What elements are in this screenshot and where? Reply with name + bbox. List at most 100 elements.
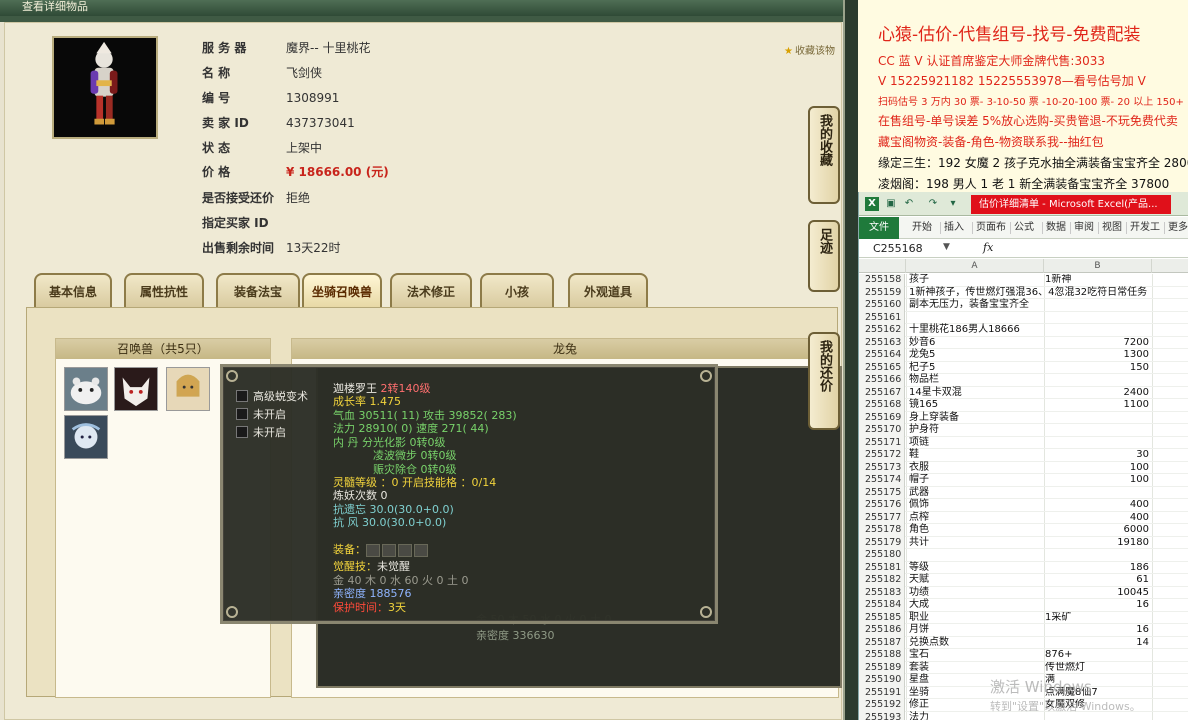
table-row[interactable]: 255159 1新神孩子，传世燃灯强混36、4忽混32吃符日常任务 [859, 286, 1188, 300]
cell-a[interactable]: 月饼 [909, 624, 929, 637]
spreadsheet-grid[interactable]: 255158 孩子 1新神 255159 1新神孩子，传世燃灯强混36、4忽混32吃符日… [859, 274, 1188, 720]
cell-b[interactable]: 14 [1045, 637, 1149, 650]
row-number[interactable]: 255183 [859, 586, 905, 599]
tab-page-layout[interactable]: 页面布 [973, 217, 1009, 239]
cell-b[interactable]: 1采矿 [1045, 612, 1149, 625]
cell-a[interactable]: 星盘 [909, 674, 929, 687]
pet-thumb[interactable] [64, 367, 108, 411]
table-row[interactable]: 255182 天赋 61 [859, 574, 1188, 587]
row-number[interactable]: 255187 [859, 636, 905, 649]
row-number[interactable]: 255174 [859, 474, 905, 487]
row-number[interactable]: 255167 [859, 386, 905, 399]
table-row[interactable]: 255164 龙兔5 1300 [859, 349, 1188, 362]
cell-a[interactable]: 妙音6 [909, 337, 935, 350]
pet-thumb[interactable] [114, 367, 158, 411]
cell-b[interactable] [1045, 412, 1149, 425]
cell-a[interactable]: 龙兔5 [909, 349, 935, 362]
table-row[interactable]: 255189 套装 传世燃灯 [859, 661, 1188, 675]
footprints-button[interactable]: 足迹 [808, 220, 840, 292]
table-row[interactable]: 255177 点榨 400 [859, 511, 1188, 525]
cell-b[interactable]: 400 [1045, 512, 1149, 525]
cell-a[interactable]: 坐骑 [909, 687, 929, 700]
table-row[interactable]: 255186 月饼 16 [859, 624, 1188, 637]
tab-mounts-summons[interactable]: 坐骑召唤兽 [302, 273, 382, 307]
cell-a[interactable]: 帽子 [909, 474, 929, 487]
name-box[interactable]: C255168 [873, 242, 923, 256]
table-row[interactable]: 255158 孩子 1新神 [859, 274, 1188, 287]
table-row[interactable]: 255181 等级 186 [859, 561, 1188, 575]
tab-view[interactable]: 视图 [1099, 217, 1125, 239]
tab-more[interactable]: 更多 [1165, 217, 1188, 239]
my-counter-offers-button[interactable]: 我的还价 [808, 332, 840, 430]
tab-formulas[interactable]: 公式 [1011, 217, 1037, 239]
row-number[interactable]: 255181 [859, 561, 905, 574]
cell-a[interactable]: 兑换点数 [909, 637, 949, 650]
cell-b[interactable] [1045, 549, 1149, 562]
cell-b[interactable]: 16 [1045, 624, 1149, 637]
tab-review[interactable]: 审阅 [1071, 217, 1097, 239]
cell-b[interactable]: 2400 [1045, 387, 1149, 400]
table-row[interactable]: 255167 14星卡双混 2400 [859, 386, 1188, 400]
cell-a[interactable]: 大成 [909, 599, 929, 612]
cell-a[interactable]: 功绩 [909, 587, 929, 600]
cell-b[interactable]: 150 [1045, 362, 1149, 375]
table-row[interactable]: 255165 杞子5 150 [859, 361, 1188, 375]
tab-spell-correction[interactable]: 法术修正 [390, 273, 472, 307]
row-number[interactable]: 255185 [859, 611, 905, 624]
row-number[interactable]: 255165 [859, 361, 905, 374]
row-number[interactable]: 255189 [859, 661, 905, 674]
table-row[interactable]: 255183 功绩 10045 [859, 586, 1188, 600]
cell-a[interactable]: 等级 [909, 562, 929, 575]
table-row[interactable]: 255168 镜165 1100 [859, 399, 1188, 412]
table-row[interactable]: 255166 物品栏 [859, 374, 1188, 387]
cell-a[interactable]: 职业 [909, 612, 929, 625]
cell-a[interactable]: 衣服 [909, 462, 929, 475]
cell-b[interactable] [1045, 312, 1149, 325]
cell-a[interactable]: 点榨 [909, 512, 929, 525]
row-number[interactable]: 255162 [859, 324, 905, 337]
customize-toolbar-icon[interactable]: ▾ [947, 198, 959, 210]
cell-a[interactable]: 护身符 [909, 424, 939, 437]
cell-a[interactable]: 共计 [909, 537, 929, 550]
pet-thumb[interactable] [166, 367, 210, 411]
cell-b[interactable]: 61 [1045, 574, 1149, 587]
cell-b[interactable] [1045, 287, 1149, 300]
tab-insert[interactable]: 插入 [941, 217, 967, 239]
row-number[interactable]: 255179 [859, 536, 905, 549]
cell-b[interactable] [1045, 324, 1149, 337]
cell-b[interactable] [1045, 437, 1149, 450]
cell-a[interactable]: 武器 [909, 487, 929, 500]
table-row[interactable]: 255184 大成 16 [859, 599, 1188, 612]
table-row[interactable]: 255185 职业 1采矿 [859, 611, 1188, 625]
table-row[interactable]: 255178 角色 6000 [859, 524, 1188, 537]
cell-a[interactable]: 副本无压力，装备宝宝齐全 [909, 299, 1029, 312]
row-number[interactable]: 255177 [859, 511, 905, 524]
favorite-link[interactable]: ★ 收藏该物 [784, 42, 835, 57]
cell-b[interactable]: 1100 [1045, 399, 1149, 412]
row-number[interactable]: 255168 [859, 399, 905, 412]
cell-b[interactable] [1045, 374, 1149, 387]
table-row[interactable]: 255169 身上穿装备 [859, 411, 1188, 425]
row-number[interactable]: 255171 [859, 436, 905, 449]
cell-a[interactable]: 孩子 [909, 274, 929, 287]
row-number[interactable]: 255163 [859, 336, 905, 349]
cell-a[interactable]: 修正 [909, 699, 929, 712]
tab-attributes[interactable]: 属性抗性 [124, 273, 204, 307]
row-number[interactable]: 255164 [859, 349, 905, 362]
cell-a[interactable]: 套装 [909, 662, 929, 675]
row-number[interactable]: 255178 [859, 524, 905, 537]
table-row[interactable]: 255173 衣服 100 [859, 461, 1188, 475]
table-row[interactable]: 255187 兑换点数 14 [859, 636, 1188, 650]
save-icon[interactable]: ▣ [885, 198, 897, 210]
cell-b[interactable]: 100 [1045, 474, 1149, 487]
cell-b[interactable] [1045, 487, 1149, 500]
insert-function-icon[interactable]: fx [983, 241, 993, 254]
table-row[interactable]: 255174 帽子 100 [859, 474, 1188, 487]
cell-a[interactable]: 身上穿装备 [909, 412, 959, 425]
table-row[interactable]: 255179 共计 19180 [859, 536, 1188, 550]
cell-b[interactable]: 19180 [1045, 537, 1149, 550]
cell-a[interactable]: 鞋 [909, 449, 919, 462]
cell-b[interactable]: 6000 [1045, 524, 1149, 537]
cell-a[interactable]: 项链 [909, 437, 929, 450]
table-row[interactable]: 255188 宝石 876+ [859, 649, 1188, 662]
